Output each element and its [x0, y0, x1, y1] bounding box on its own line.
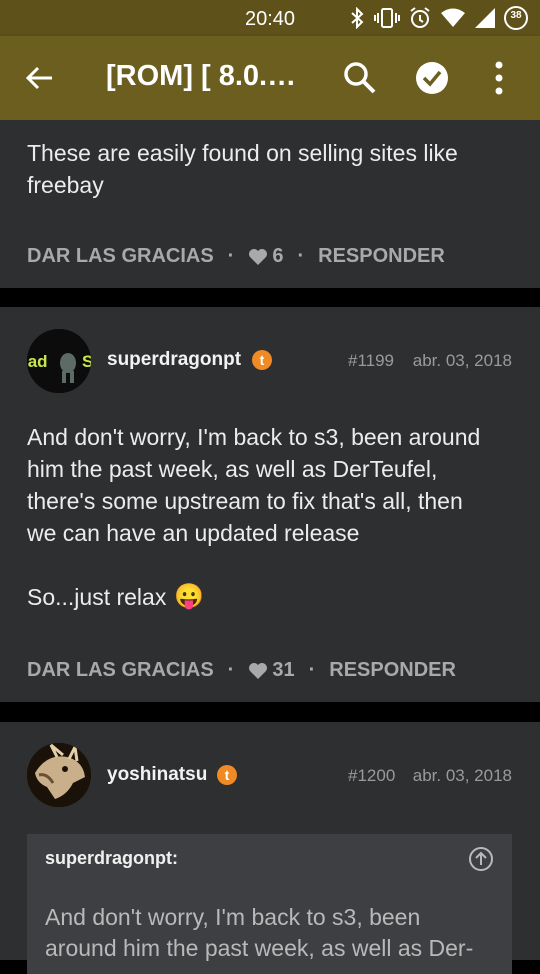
avatar[interactable]: ıad S	[27, 329, 91, 393]
post-body-line: there's some upstream to fix that's all,…	[27, 488, 463, 514]
battery-icon: 38	[504, 6, 528, 30]
status-icons: 38	[350, 6, 528, 30]
avatar[interactable]	[27, 743, 91, 807]
thanks-button[interactable]: DAR LAS GRACIAS	[27, 245, 214, 268]
likes-count-button[interactable]: 31	[248, 659, 295, 682]
post-card: ıad S superdragonpt t #1199 abr. 03, 201…	[0, 307, 540, 702]
post-username[interactable]: superdragonpt	[107, 349, 241, 371]
android-avatar-icon: ıad S	[27, 329, 91, 393]
search-icon[interactable]	[342, 60, 378, 96]
reply-button[interactable]: RESPONDER	[318, 245, 445, 268]
post-footer: DAR LAS GRACIAS · 31 · RESPONDER	[27, 659, 456, 682]
status-bar: 20:40 38	[0, 0, 540, 36]
likes-count-button[interactable]: 6	[248, 245, 283, 268]
arrow-up-circle-icon[interactable]	[468, 846, 494, 872]
quote-line: And don't worry, I'm back to s3, been	[45, 904, 421, 930]
tongue-emoji-icon: 😛	[174, 583, 205, 610]
bluetooth-icon	[351, 7, 364, 29]
quote-line: around him the past week, as well as Der…	[45, 935, 474, 961]
post-number[interactable]: #1199	[348, 351, 394, 371]
post-date: abr. 03, 2018	[412, 351, 512, 370]
separator-dot: ·	[297, 245, 305, 267]
battery-level: 38	[510, 10, 522, 21]
vibrate-icon	[374, 8, 400, 28]
thread-title[interactable]: [ROM] [ 8.0.0...	[106, 60, 306, 93]
post-footer: DAR LAS GRACIAS · 6 · RESPONDER	[27, 245, 445, 268]
post-body-line: him the past week, as well as DerTeufel,	[27, 456, 438, 482]
post-body-line	[27, 549, 507, 581]
check-circle-icon[interactable]	[414, 60, 450, 96]
wifi-icon	[441, 8, 465, 27]
post-body-line: So...just relax 😛	[27, 581, 507, 613]
user-badge: t	[252, 350, 272, 370]
heart-icon	[249, 248, 268, 265]
separator-dot: ·	[308, 659, 316, 681]
post-card: These are easily found on selling sites …	[0, 120, 540, 288]
alarm-icon	[410, 7, 430, 28]
thanks-button[interactable]: DAR LAS GRACIAS	[27, 659, 214, 682]
quote-block[interactable]: superdragonpt: And don't worry, I'm back…	[27, 834, 512, 974]
user-badge: t	[217, 765, 237, 785]
post-body: These are easily found on selling sites …	[27, 137, 507, 201]
separator-dot: ·	[227, 659, 235, 681]
post-card: yoshinatsu t #1200 abr. 03, 2018 superdr…	[0, 722, 540, 974]
quote-text: And don't worry, I'm back to s3, been ar…	[45, 902, 495, 964]
back-arrow-icon[interactable]	[24, 62, 56, 94]
post-body-line: These are easily found on selling sites …	[27, 140, 458, 166]
quote-author: superdragonpt:	[45, 848, 178, 868]
reply-button[interactable]: RESPONDER	[329, 659, 456, 682]
post-body-text: So...just relax	[27, 584, 167, 610]
post-body-line: And don't worry, I'm back to s3, been ar…	[27, 424, 481, 450]
overflow-menu-icon[interactable]	[491, 60, 507, 96]
svg-text:ıad: ıad	[27, 352, 48, 371]
post-body-line: we can have an updated release	[27, 520, 360, 546]
post-date: abr. 03, 2018	[412, 766, 512, 785]
post-number[interactable]: #1200	[348, 766, 395, 786]
svg-text:S: S	[82, 352, 91, 371]
post-username[interactable]: yoshinatsu	[107, 764, 207, 786]
likes-count: 6	[272, 245, 284, 267]
post-body: And don't worry, I'm back to s3, been ar…	[27, 421, 507, 613]
post-body-line: freebay	[27, 172, 104, 198]
separator-dot: ·	[227, 245, 235, 267]
likes-count: 31	[272, 659, 295, 681]
signal-icon	[475, 8, 495, 28]
horse-avatar-icon	[27, 743, 91, 807]
heart-icon	[249, 662, 268, 679]
app-toolbar: [ROM] [ 8.0.0...	[0, 36, 540, 120]
